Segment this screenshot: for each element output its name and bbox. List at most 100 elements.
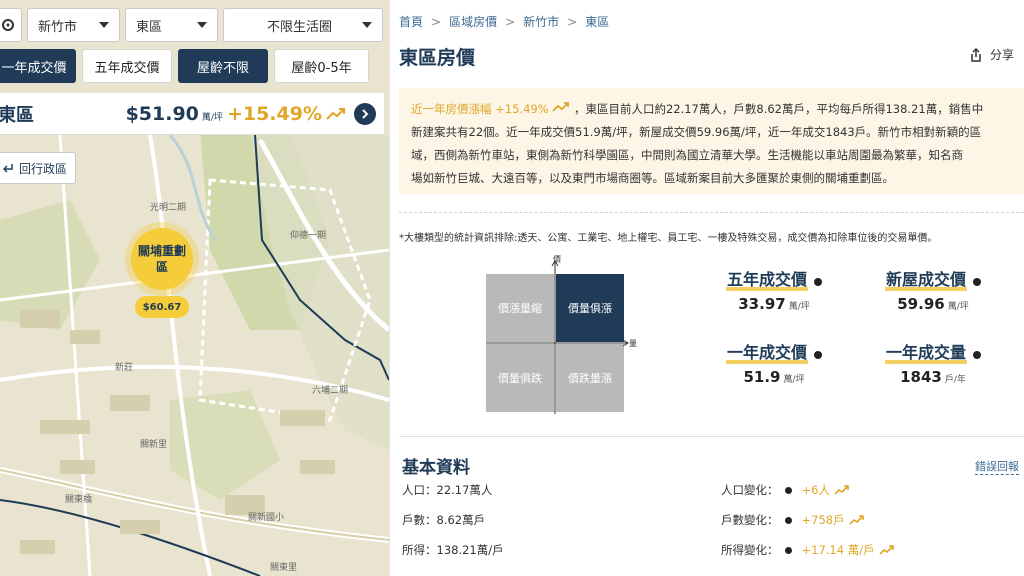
income-change-row: 所得變化： +17.14 萬/戶 bbox=[721, 542, 895, 558]
price-volume-quadrant: 價漲量縮 價量俱漲 價量俱跌 價跌量漲 價 量 bbox=[486, 255, 637, 414]
chevron-down-icon bbox=[362, 22, 372, 28]
summary-text: ，東區目前人口約22.17萬人，戶數8.62萬戶，平均每戶所得138.21萬，銷… bbox=[573, 102, 984, 116]
locate-button[interactable] bbox=[0, 8, 22, 42]
basic-info-title: 基本資料 bbox=[402, 458, 470, 478]
section-divider bbox=[399, 436, 1024, 437]
price-change: +15.49% bbox=[226, 102, 322, 125]
price-unit: 萬/坪 bbox=[201, 113, 223, 123]
info-icon[interactable] bbox=[973, 278, 982, 286]
city-dropdown-value: 新竹市 bbox=[38, 19, 78, 35]
map-label: 新莊 bbox=[115, 363, 134, 373]
breadcrumb-separator: > bbox=[567, 14, 578, 29]
stat-one-year-volume: 一年成交量 1843 戶/年 bbox=[885, 343, 982, 386]
stat-value: 33.97 bbox=[738, 295, 786, 313]
map-label: 六埔二期 bbox=[312, 386, 349, 396]
district-dropdown-value: 東區 bbox=[136, 19, 163, 35]
stat-one-year-price: 一年成交價 51.9 萬/坪 bbox=[726, 343, 823, 386]
trend-up-icon bbox=[326, 107, 345, 120]
back-label: 回行政區 bbox=[19, 161, 68, 176]
back-to-district-button[interactable]: 回行政區 bbox=[0, 152, 76, 184]
map-canvas[interactable] bbox=[0, 0, 389, 576]
tab-bar: 一年成交價 五年成交價 屋齡不限 屋齡0-5年 bbox=[0, 49, 369, 83]
chevron-right-icon bbox=[362, 108, 369, 119]
stat-label: 一年成交量 bbox=[885, 343, 968, 364]
district-dropdown[interactable]: 東區 bbox=[125, 8, 218, 42]
summary-line: 新建案共有22個。近一年成交價51.9萬/坪，新屋成交價59.96萬/坪，近一年… bbox=[411, 125, 982, 139]
breadcrumb-city[interactable]: 新竹市 bbox=[523, 13, 559, 30]
stat-new-house-price: 新屋成交價 59.96 萬/坪 bbox=[885, 270, 982, 313]
summary-line: 場如新竹巨城、大遠百等，以及東門市場商圈等。區域新案目前大多匯聚於東側的關埔重劃… bbox=[411, 171, 894, 185]
breadcrumb-district[interactable]: 東區 bbox=[585, 13, 609, 30]
stat-value: 51.9 bbox=[743, 368, 781, 386]
stat-unit: 萬/坪 bbox=[783, 375, 805, 385]
stat-value: 59.96 bbox=[897, 295, 945, 313]
page-title: 東區房價 bbox=[399, 47, 476, 69]
stat-label: 一年成交價 bbox=[726, 343, 809, 364]
change-label: 戶數變化： bbox=[721, 513, 779, 527]
share-icon bbox=[971, 47, 981, 62]
change-label: 人口變化： bbox=[721, 483, 779, 497]
share-label: 分享 bbox=[989, 48, 1014, 62]
stat-label: 新屋成交價 bbox=[885, 270, 968, 291]
breadcrumb: 首頁 > 區域房價 > 新竹市 > 東區 bbox=[399, 13, 609, 30]
trend-up-icon bbox=[879, 545, 894, 555]
info-icon[interactable] bbox=[784, 486, 792, 494]
axis-volume-label: 量 bbox=[629, 339, 637, 348]
zone-marker-price[interactable]: $60.67 bbox=[135, 296, 189, 318]
income-row: 所得：138.21萬/戶 bbox=[402, 543, 504, 557]
summary-line: 近一年房價漲幅 +15.49% ，東區目前人口約22.17萬人，戶數8.62萬戶… bbox=[411, 98, 1024, 121]
map-label: 關東橋 bbox=[65, 495, 93, 505]
chevron-right-button[interactable] bbox=[354, 102, 376, 125]
district-summary: 近一年房價漲幅 +15.49% ，東區目前人口約22.17萬人，戶數8.62萬戶… bbox=[399, 88, 1024, 194]
map-panel[interactable]: 光明二期 新莊 關新里 關東橋 關新國小 關東里 六埔二期 仰德一期 新竹市 東… bbox=[0, 0, 389, 576]
map-label: 光明二期 bbox=[150, 203, 187, 213]
stat-unit: 戶/年 bbox=[944, 375, 966, 385]
population-row: 人口：22.17萬人 bbox=[402, 483, 493, 497]
district-name: 東區 bbox=[0, 104, 34, 126]
district-price: $51.90 bbox=[125, 102, 199, 125]
info-icon[interactable] bbox=[814, 278, 823, 286]
tab-five-year[interactable]: 五年成交價 bbox=[82, 49, 172, 83]
stat-unit: 萬/坪 bbox=[947, 302, 969, 312]
tab-one-year[interactable]: 一年成交價 bbox=[0, 49, 76, 83]
population-change-row: 人口變化： +6人 bbox=[721, 482, 850, 498]
change-value: +758戶 bbox=[801, 513, 845, 527]
district-price-bar[interactable]: 東區 $51.90 萬/坪 +15.49% bbox=[0, 93, 384, 135]
trend-up-icon bbox=[834, 485, 849, 495]
tab-age-all[interactable]: 屋齡不限 bbox=[178, 49, 268, 83]
zone-marker[interactable]: 關埔重劃區 bbox=[131, 228, 193, 290]
breadcrumb-separator: > bbox=[431, 14, 442, 29]
crosshair-icon bbox=[2, 19, 14, 31]
info-icon[interactable] bbox=[784, 516, 792, 524]
circle-dropdown[interactable]: 不限生活圈 bbox=[223, 8, 383, 42]
trend-up-icon bbox=[849, 515, 864, 525]
axis-price-label: 價 bbox=[553, 255, 561, 264]
tab-age-0-5[interactable]: 屋齡0-5年 bbox=[274, 49, 369, 83]
error-report-link[interactable]: 錯誤回報 bbox=[975, 458, 1019, 475]
chevron-down-icon bbox=[99, 22, 109, 28]
stat-label: 五年成交價 bbox=[726, 270, 809, 291]
stat-five-year-price: 五年成交價 33.97 萬/坪 bbox=[726, 270, 823, 313]
map-label: 仰德一期 bbox=[290, 231, 327, 241]
breadcrumb-region[interactable]: 區域房價 bbox=[449, 13, 497, 30]
stat-unit: 萬/坪 bbox=[788, 302, 810, 312]
chevron-down-icon bbox=[197, 22, 207, 28]
info-icon[interactable] bbox=[784, 546, 792, 554]
map-label: 關新里 bbox=[140, 440, 168, 450]
trend-up-icon bbox=[552, 102, 570, 112]
info-icon[interactable] bbox=[814, 351, 823, 359]
filter-bar: 新竹市 東區 不限生活圈 bbox=[0, 8, 383, 42]
section-divider bbox=[399, 212, 1024, 213]
breadcrumb-home[interactable]: 首頁 bbox=[399, 13, 423, 30]
back-arrow-icon bbox=[3, 164, 13, 173]
stats-footnote: *大樓類型的統計資訊排除:透天、公寓、工業宅、地上權宅、員工宅、一樓及特殊交易，… bbox=[399, 233, 938, 244]
share-button[interactable]: 分享 bbox=[968, 46, 1014, 63]
circle-dropdown-value: 不限生活圈 bbox=[266, 19, 332, 35]
info-icon[interactable] bbox=[973, 351, 982, 359]
city-dropdown[interactable]: 新竹市 bbox=[27, 8, 120, 42]
map-label: 關新國小 bbox=[248, 513, 285, 523]
households-row: 戶數：8.62萬戶 bbox=[402, 513, 486, 527]
summary-highlight: 近一年房價漲幅 +15.49% bbox=[411, 102, 549, 116]
change-label: 所得變化： bbox=[721, 543, 779, 557]
summary-line: 域，西側為新竹車站，東側為新竹科學園區，中間則為國立清華大學。生活機能以車站周圍… bbox=[411, 148, 963, 162]
